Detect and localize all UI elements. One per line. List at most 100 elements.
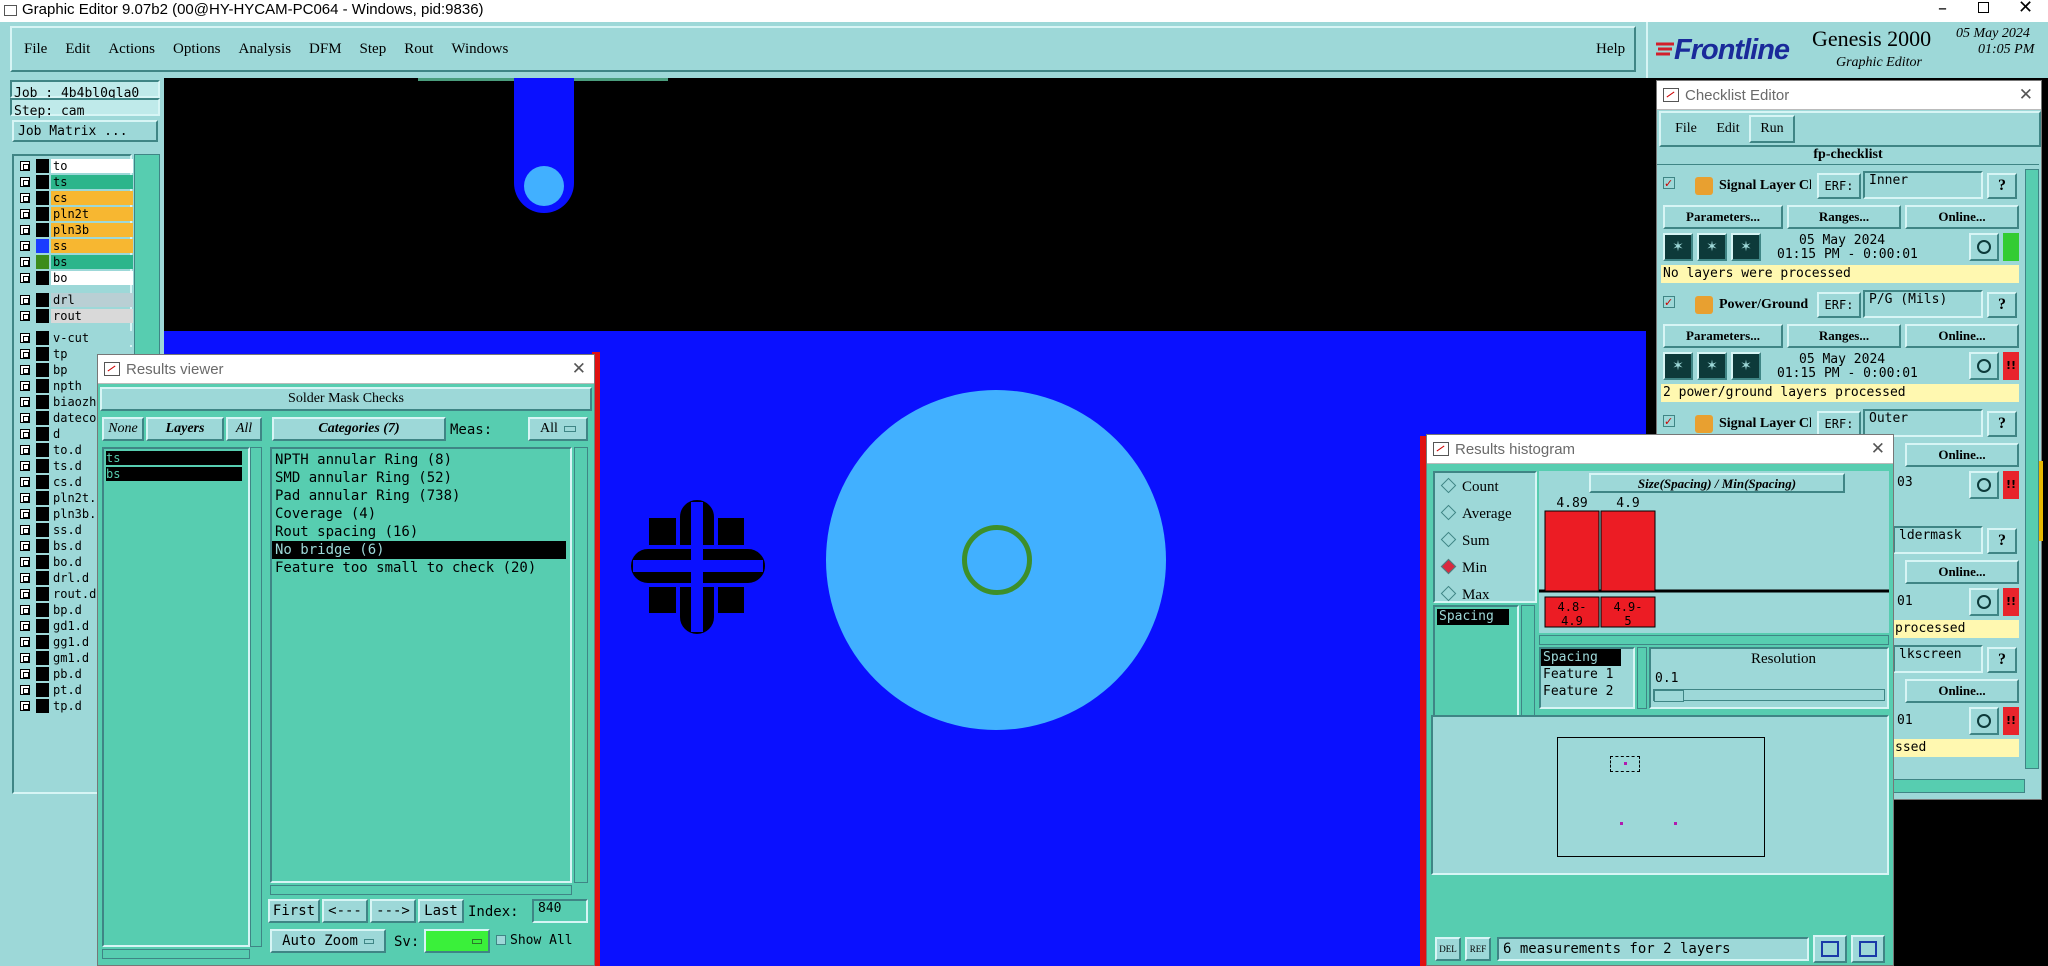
- category-item[interactable]: SMD annular Ring (52): [272, 469, 570, 487]
- checklist-item-name[interactable]: Signal Layer Ch: [1719, 178, 1811, 194]
- layer-checkbox[interactable]: [20, 573, 30, 583]
- close-icon[interactable]: ✕: [572, 359, 586, 379]
- online-button[interactable]: Online...: [1905, 324, 2019, 348]
- layer-row[interactable]: rout: [14, 308, 134, 324]
- category-item[interactable]: No bridge (6): [272, 541, 566, 559]
- run-action-button[interactable]: ✶: [1663, 233, 1693, 261]
- job-matrix-button[interactable]: Job Matrix ...: [12, 120, 158, 142]
- layer-checkbox[interactable]: [20, 557, 30, 567]
- layer-checkbox[interactable]: [20, 257, 30, 267]
- checklist-menu-run[interactable]: Run: [1749, 115, 1795, 143]
- layer-row[interactable]: ss: [14, 238, 134, 254]
- mode-radio[interactable]: Max: [1440, 585, 1490, 604]
- layer-checkbox[interactable]: [20, 589, 30, 599]
- category-item[interactable]: Coverage (4): [272, 505, 570, 523]
- close-icon[interactable]: ✕: [2019, 85, 2033, 105]
- measure-feature-2[interactable]: Feature 2: [1541, 683, 1633, 700]
- all-button[interactable]: All: [226, 417, 262, 441]
- ranges-button[interactable]: Ranges...: [1787, 324, 1901, 348]
- erf-button[interactable]: ERF:: [1817, 292, 1861, 318]
- online-button[interactable]: Online...: [1905, 205, 2019, 229]
- measure-feature-1[interactable]: Feature 1: [1541, 666, 1633, 683]
- help-button[interactable]: ?: [1987, 173, 2017, 199]
- category-item[interactable]: Rout spacing (16): [272, 523, 570, 541]
- run-action-button[interactable]: ✶: [1663, 352, 1693, 380]
- help-button[interactable]: ?: [1987, 292, 2017, 318]
- layer-row[interactable]: drl: [14, 292, 134, 308]
- layer-name[interactable]: to: [51, 159, 133, 173]
- run-action-button[interactable]: ✶: [1697, 352, 1727, 380]
- erf-value[interactable]: Inner: [1863, 171, 1983, 199]
- checklist-item-checkbox[interactable]: ✓: [1663, 177, 1675, 189]
- histogram-bar[interactable]: [1600, 510, 1656, 592]
- layer-checkbox[interactable]: [20, 541, 30, 551]
- layer-checkbox[interactable]: [20, 177, 30, 187]
- index-input[interactable]: 840: [532, 899, 588, 923]
- layer-checkbox[interactable]: [20, 621, 30, 631]
- online-button[interactable]: Online...: [1905, 679, 2019, 703]
- menu-analysis[interactable]: Analysis: [239, 41, 292, 58]
- meas-select[interactable]: All: [528, 417, 588, 441]
- zoom-button[interactable]: [1969, 471, 1999, 499]
- run-action-button[interactable]: ✶: [1731, 233, 1761, 261]
- resolution-slider[interactable]: [1653, 689, 1885, 702]
- layer-checkbox[interactable]: [20, 685, 30, 695]
- prev-button[interactable]: <---: [322, 899, 368, 923]
- zoom-button[interactable]: [1969, 707, 1999, 735]
- radio-diamond-icon[interactable]: [1440, 585, 1457, 602]
- layer-row[interactable]: bo: [14, 270, 134, 286]
- layer-row[interactable]: ts: [14, 174, 134, 190]
- menu-file[interactable]: File: [24, 41, 47, 58]
- parameters-button[interactable]: Parameters...: [1663, 205, 1783, 229]
- layer-checkbox[interactable]: [20, 461, 30, 471]
- measure-list-item[interactable]: Spacing: [1437, 609, 1509, 625]
- measures-list[interactable]: Spacing Feature 1 Feature 2: [1539, 647, 1635, 709]
- checklist-item-checkbox[interactable]: ✓: [1663, 296, 1675, 308]
- category-item[interactable]: NPTH annular Ring (8): [272, 451, 570, 469]
- checklist-scrollbar[interactable]: [2025, 169, 2039, 769]
- close-icon[interactable]: ✕: [2018, 0, 2033, 18]
- zoom-button[interactable]: [1969, 352, 1999, 380]
- checklist-item-checkbox[interactable]: ✓: [1663, 415, 1675, 427]
- first-button[interactable]: First: [268, 899, 320, 923]
- radio-diamond-icon[interactable]: [1440, 477, 1457, 494]
- layer-checkbox[interactable]: [20, 241, 30, 251]
- checklist-item-name[interactable]: Power/Ground C: [1719, 297, 1811, 313]
- menu-edit[interactable]: Edit: [65, 41, 90, 58]
- mode-radio[interactable]: Sum: [1440, 531, 1490, 550]
- measure-list-scrollbar[interactable]: [1521, 605, 1535, 719]
- last-button[interactable]: Last: [418, 899, 464, 923]
- categories-list[interactable]: NPTH annular Ring (8) SMD annular Ring (5…: [270, 447, 572, 883]
- mode-radio[interactable]: Average: [1440, 504, 1512, 523]
- layer-name[interactable]: cs: [51, 191, 133, 205]
- categories-button[interactable]: Categories (7): [272, 417, 446, 441]
- checklist-menu-edit[interactable]: Edit: [1707, 115, 1749, 143]
- mode-radio[interactable]: Min: [1440, 558, 1487, 577]
- layer-checkbox[interactable]: [20, 445, 30, 455]
- layer-name[interactable]: drl: [51, 293, 133, 307]
- layer-checkbox[interactable]: [20, 509, 30, 519]
- zoom-button[interactable]: [1969, 233, 1999, 261]
- layer-checkbox[interactable]: [20, 493, 30, 503]
- menu-options[interactable]: Options: [173, 41, 221, 58]
- layer-checkbox[interactable]: [20, 477, 30, 487]
- zoom-button[interactable]: [1969, 588, 1999, 616]
- layer-checkbox[interactable]: [20, 273, 30, 283]
- layer-name[interactable]: v-cut: [51, 331, 133, 345]
- category-item[interactable]: Feature too small to check (20): [272, 559, 570, 577]
- erf-value[interactable]: ldermask: [1893, 526, 1983, 554]
- layer-checkbox[interactable]: [20, 311, 30, 321]
- layer-name[interactable]: ts: [51, 175, 133, 189]
- menu-help[interactable]: Help: [1596, 41, 1625, 58]
- menu-windows[interactable]: Windows: [451, 41, 508, 58]
- layer-checkbox[interactable]: [20, 161, 30, 171]
- run-action-button[interactable]: ✶: [1697, 233, 1727, 261]
- histogram-bar[interactable]: [1544, 510, 1600, 592]
- help-button[interactable]: ?: [1987, 411, 2017, 437]
- radio-diamond-icon[interactable]: [1440, 558, 1457, 575]
- layer-checkbox[interactable]: [20, 397, 30, 407]
- layer-checkbox[interactable]: [20, 525, 30, 535]
- layer-name[interactable]: pln3b: [51, 223, 133, 237]
- layer-list-hscrollbar[interactable]: [102, 949, 250, 959]
- show-all-checkbox[interactable]: [496, 935, 506, 945]
